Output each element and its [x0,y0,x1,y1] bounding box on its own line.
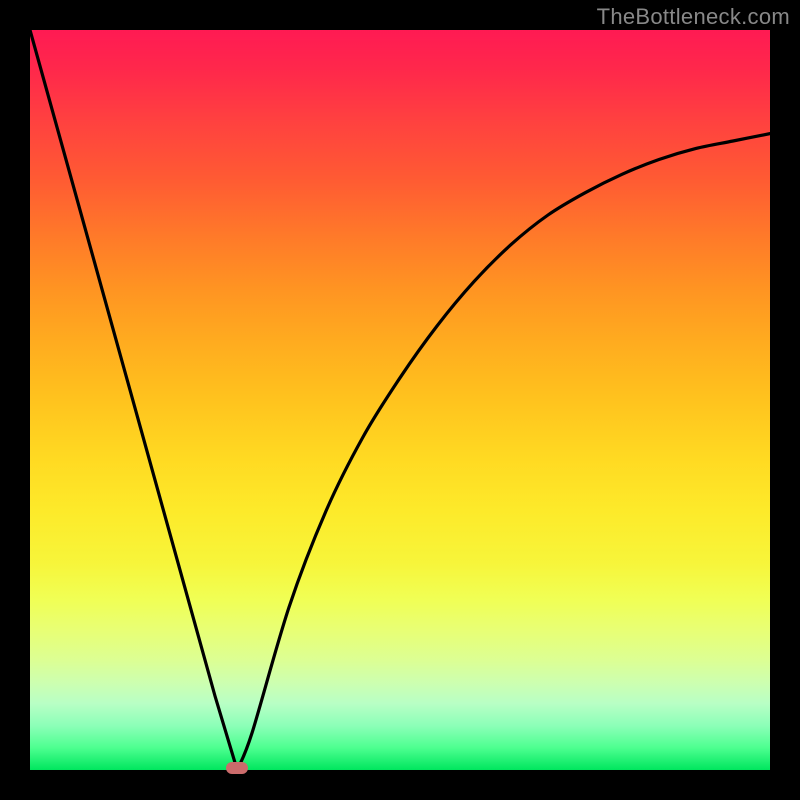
watermark-text: TheBottleneck.com [597,4,790,30]
optimum-marker [226,762,248,774]
chart-frame: TheBottleneck.com [0,0,800,800]
plot-area [30,30,770,770]
bottleneck-curve [30,30,770,770]
